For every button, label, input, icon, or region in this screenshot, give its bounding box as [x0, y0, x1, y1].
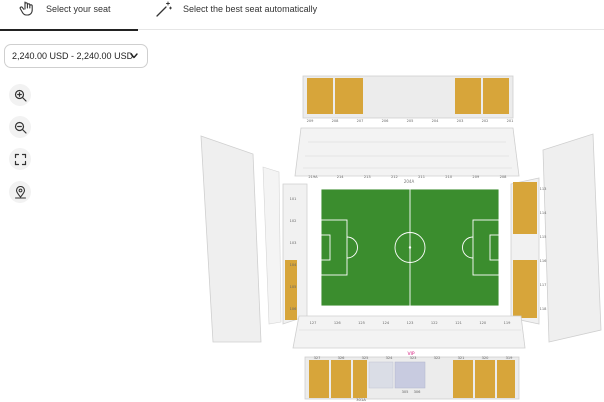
section-label: 105 — [290, 285, 297, 289]
section-label: 102 — [290, 219, 297, 223]
section-label: 207 — [357, 119, 364, 123]
section-label: 201 — [507, 119, 514, 123]
section-label: 114 — [540, 211, 548, 215]
section-label: 125 — [358, 321, 365, 325]
zoom-out-icon — [14, 121, 27, 134]
section-label: 211 — [418, 175, 425, 179]
section-label: 327 — [314, 356, 321, 360]
zoom-in-button[interactable] — [9, 84, 31, 106]
section-label: 208 — [332, 119, 340, 123]
seat-section-available[interactable] — [475, 360, 495, 398]
chevron-down-icon — [130, 53, 138, 59]
section-label: 120 — [479, 321, 487, 325]
hand-pointer-icon — [19, 1, 33, 16]
section-label: 326 — [338, 356, 346, 360]
section-label: 319 — [506, 356, 514, 360]
seat-section-available[interactable] — [483, 78, 509, 114]
bottom-upper-stand — [304, 356, 520, 400]
seat-section-available[interactable] — [353, 360, 367, 398]
section-label: 124 — [382, 321, 390, 325]
section-label: 101 — [290, 197, 297, 201]
seat-section-available[interactable] — [285, 260, 297, 320]
section-label: 320 — [482, 356, 490, 360]
section-label: 116 — [540, 259, 548, 263]
fullscreen-button[interactable] — [9, 148, 31, 170]
stadium-seat-map[interactable]: 209 208 207 206 205 204 203 202 201 219A 214 213 21… — [183, 72, 604, 402]
section-label: 214 — [337, 175, 345, 179]
fullscreen-icon — [14, 153, 26, 165]
section-label: 122 — [431, 321, 438, 325]
right-lower-stand — [510, 177, 540, 325]
section-label: 213 — [364, 175, 371, 179]
vip-label: VIP — [407, 351, 414, 357]
seat-section-available[interactable] — [453, 360, 473, 398]
center-section-label: 204A — [404, 179, 415, 184]
section-label: 126 — [334, 321, 342, 325]
seat-section-available[interactable] — [497, 360, 515, 398]
bottom-tag-label: 301A — [356, 397, 366, 402]
section-label: 202 — [482, 119, 489, 123]
seat-selection-tabs: Select your seat Select the best seat au… — [0, 0, 604, 31]
left-upper-wing — [200, 135, 282, 343]
section-label: 121 — [455, 321, 462, 325]
section-label: 117 — [540, 283, 547, 287]
seat-section-available[interactable] — [513, 182, 537, 234]
section-label: 209 — [472, 175, 480, 179]
seat-section-available[interactable] — [335, 78, 363, 114]
section-label: 324 — [386, 356, 394, 360]
upper-mid-stand — [294, 127, 520, 177]
section-label: 104 — [290, 263, 298, 267]
left-lower-stand — [282, 183, 308, 325]
section-label: 305 — [402, 390, 409, 394]
section-label: 205 — [407, 119, 414, 123]
seat-section-available[interactable] — [331, 360, 351, 398]
bottom-section-labels: 127 126 125 124 123 122 121 120 119 — [310, 321, 512, 325]
section-label: 306 — [414, 390, 422, 394]
section-label: 106 — [290, 307, 298, 311]
top-upper-stand — [302, 75, 514, 119]
section-label: 127 — [310, 321, 317, 325]
seat-section-available[interactable] — [307, 78, 333, 114]
price-range-value: 2,240.00 USD - 2,240.00 USD — [12, 51, 134, 61]
section-label: 325 — [362, 356, 369, 360]
right-upper-wing — [542, 133, 602, 343]
map-pin-icon — [14, 185, 26, 198]
section-label: 118 — [540, 307, 548, 311]
section-label: 321 — [458, 356, 465, 360]
seat-section-available[interactable] — [309, 360, 329, 398]
section-label: 115 — [540, 235, 547, 239]
section-label: 123 — [407, 321, 414, 325]
reset-view-button[interactable] — [9, 181, 31, 203]
zoom-in-icon — [14, 89, 27, 102]
section-label: 322 — [434, 356, 441, 360]
section-label: 210 — [445, 175, 453, 179]
section-label: 113 — [540, 187, 547, 191]
section-label: 212 — [391, 175, 398, 179]
tab-select-your-seat[interactable]: Select your seat — [0, 0, 138, 31]
top-section-labels: 209 208 207 206 205 204 203 202 201 — [307, 119, 514, 123]
section-label: 219A — [308, 175, 318, 179]
tab-best-seat[interactable]: Select the best seat automatically — [155, 0, 355, 30]
magic-wand-icon — [156, 1, 172, 17]
section-label: 206 — [382, 119, 390, 123]
seat-section-available[interactable] — [455, 78, 481, 114]
tab-label: Select the best seat automatically — [183, 4, 318, 14]
price-range-select[interactable]: 2,240.00 USD - 2,240.00 USD — [4, 44, 148, 68]
tab-label: Select your seat — [46, 4, 111, 14]
section-label: 119 — [504, 321, 512, 325]
section-label: 103 — [290, 241, 297, 245]
section-label: 209 — [307, 119, 315, 123]
seat-section-available[interactable] — [513, 260, 537, 318]
zoom-out-button[interactable] — [9, 116, 31, 138]
section-label: 208 — [500, 175, 508, 179]
section-label: 203 — [457, 119, 464, 123]
section-label: 204 — [432, 119, 440, 123]
football-pitch — [320, 188, 500, 307]
